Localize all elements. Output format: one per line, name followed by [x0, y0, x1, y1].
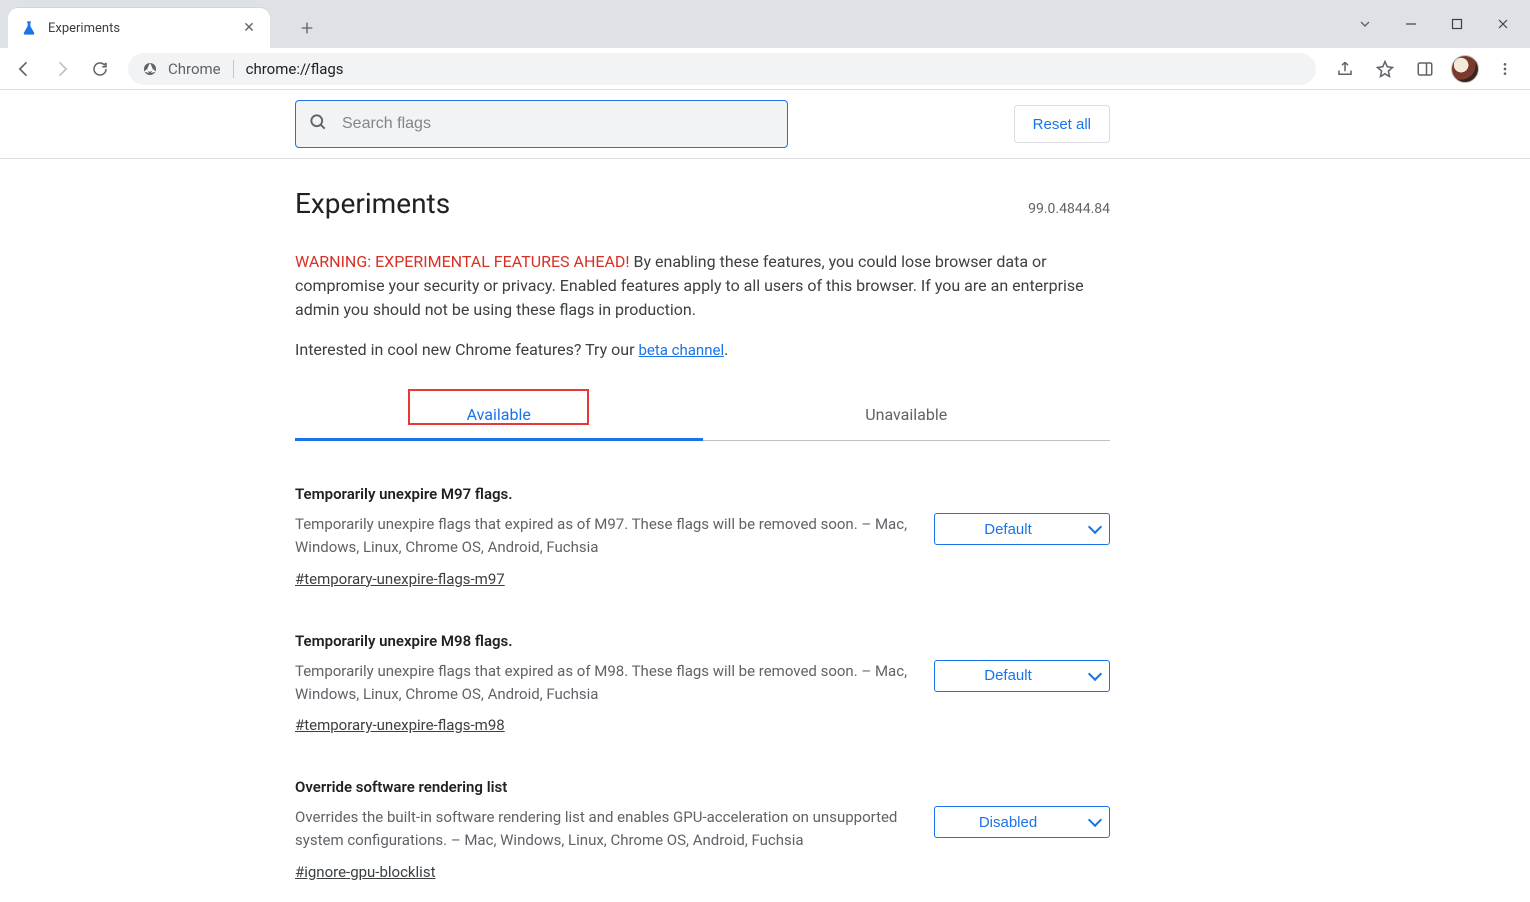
page-scroll[interactable]: Reset all Experiments 99.0.4844.84 WARNI… [0, 90, 1530, 902]
page-title: Experiments [295, 187, 450, 220]
search-flags-box[interactable] [295, 100, 788, 148]
flag-description: Overrides the built-in software renderin… [295, 806, 914, 853]
reload-button[interactable] [84, 53, 116, 85]
omnibox-divider [233, 60, 234, 78]
interest-paragraph: Interested in cool new Chrome features? … [295, 340, 1110, 359]
content-area: Reset all Experiments 99.0.4844.84 WARNI… [0, 90, 1530, 902]
share-icon[interactable] [1328, 52, 1362, 86]
window-controls [1346, 0, 1522, 48]
flag-title: Temporarily unexpire M97 flags. [295, 485, 914, 503]
flag-select-wrap: DefaultEnabledDisabled [934, 632, 1110, 692]
tab-search-icon[interactable] [1346, 8, 1384, 40]
beta-channel-link[interactable]: beta channel [638, 341, 724, 359]
select-wrap: DefaultEnabledDisabled [934, 806, 1110, 838]
search-flags-input[interactable] [340, 114, 775, 134]
tab-available[interactable]: Available [295, 391, 703, 441]
toolbar: Chrome chrome://flags [0, 48, 1530, 90]
version-label: 99.0.4844.84 [1028, 201, 1110, 217]
search-icon [308, 112, 328, 136]
flag-row: Temporarily unexpire M97 flags. Temporari… [295, 441, 1110, 588]
tab-title: Experiments [48, 21, 240, 36]
omnibox[interactable]: Chrome chrome://flags [128, 53, 1316, 85]
select-wrap: DefaultEnabledDisabled [934, 660, 1110, 692]
site-info-icon[interactable] [142, 61, 158, 77]
select-wrap: DefaultEnabledDisabled [934, 513, 1110, 545]
warning-paragraph: WARNING: EXPERIMENTAL FEATURES AHEAD! By… [295, 250, 1110, 322]
flag-text: Temporarily unexpire M97 flags. Temporari… [295, 485, 914, 588]
interest-prefix: Interested in cool new Chrome features? … [295, 340, 638, 359]
flag-text: Temporarily unexpire M98 flags. Temporari… [295, 632, 914, 735]
maximize-button[interactable] [1438, 8, 1476, 40]
flags-topbar: Reset all [0, 90, 1530, 159]
flag-description: Temporarily unexpire flags that expired … [295, 660, 914, 707]
omnibox-url: chrome://flags [246, 60, 344, 78]
flag-row: Override software rendering list Override… [295, 734, 1110, 881]
flask-icon [20, 19, 38, 37]
titlebar: Experiments ✕ [0, 0, 1530, 48]
flag-select[interactable]: DefaultEnabledDisabled [934, 513, 1110, 545]
tab-available-label: Available [467, 405, 531, 424]
close-window-button[interactable] [1484, 8, 1522, 40]
flag-select-wrap: DefaultEnabledDisabled [934, 485, 1110, 545]
flag-select-wrap: DefaultEnabledDisabled [934, 778, 1110, 838]
tab-close-icon[interactable]: ✕ [240, 20, 258, 36]
flags-list: Temporarily unexpire M97 flags. Temporari… [295, 441, 1110, 881]
flag-title: Temporarily unexpire M98 flags. [295, 632, 914, 650]
menu-icon[interactable] [1488, 52, 1522, 86]
page-header: Experiments 99.0.4844.84 [295, 187, 1110, 220]
flag-anchor-link[interactable]: #ignore-gpu-blocklist [295, 863, 435, 881]
page-inner: Experiments 99.0.4844.84 WARNING: EXPERI… [295, 187, 1405, 902]
flag-anchor-link[interactable]: #temporary-unexpire-flags-m98 [295, 716, 505, 734]
forward-button[interactable] [46, 53, 78, 85]
interest-suffix: . [724, 340, 728, 359]
bookmark-icon[interactable] [1368, 52, 1402, 86]
flag-row: Temporarily unexpire M98 flags. Temporari… [295, 588, 1110, 735]
new-tab-button[interactable] [290, 11, 324, 45]
browser-tab[interactable]: Experiments ✕ [8, 8, 270, 48]
flag-select[interactable]: DefaultEnabledDisabled [934, 660, 1110, 692]
flag-text: Override software rendering list Override… [295, 778, 914, 881]
tab-unavailable[interactable]: Unavailable [703, 391, 1111, 441]
warning-red-text: WARNING: EXPERIMENTAL FEATURES AHEAD! [295, 252, 630, 271]
flag-title: Override software rendering list [295, 778, 914, 796]
flag-description: Temporarily unexpire flags that expired … [295, 513, 914, 560]
chrome-window: Experiments ✕ [0, 0, 1530, 902]
profile-avatar[interactable] [1448, 52, 1482, 86]
flags-tabs: Available Unavailable [295, 391, 1110, 441]
tab-unavailable-label: Unavailable [865, 405, 947, 424]
side-panel-icon[interactable] [1408, 52, 1442, 86]
omnibox-scheme-label: Chrome [168, 60, 221, 78]
flag-anchor-link[interactable]: #temporary-unexpire-flags-m97 [295, 570, 505, 588]
minimize-button[interactable] [1392, 8, 1430, 40]
back-button[interactable] [8, 53, 40, 85]
reset-all-button[interactable]: Reset all [1014, 105, 1110, 143]
flag-select[interactable]: DefaultEnabledDisabled [934, 806, 1110, 838]
